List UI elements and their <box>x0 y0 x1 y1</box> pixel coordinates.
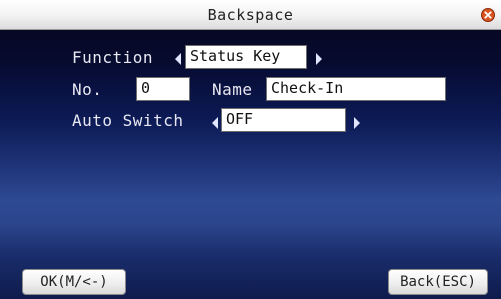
auto-switch-select[interactable]: OFF <box>221 108 346 132</box>
window-title: Backspace <box>207 6 294 24</box>
arrow-right-icon[interactable] <box>314 52 324 66</box>
back-button[interactable]: Back(ESC) <box>388 269 488 295</box>
arrow-left-icon[interactable] <box>210 116 220 130</box>
close-icon[interactable] <box>481 8 495 22</box>
name-label: Name <box>212 80 253 99</box>
name-field[interactable]: Check-In <box>266 77 446 101</box>
no-label: No. <box>72 80 103 99</box>
arrow-left-icon[interactable] <box>173 52 183 66</box>
function-select[interactable]: Status Key <box>185 45 307 69</box>
title-bar: Backspace <box>0 0 501 30</box>
ok-button[interactable]: OK(M/<-) <box>22 269 126 295</box>
auto-switch-label: Auto Switch <box>72 111 184 130</box>
no-field[interactable]: 0 <box>136 77 190 101</box>
function-label: Function <box>72 48 154 67</box>
arrow-right-icon[interactable] <box>352 116 362 130</box>
device-screen: Backspace Function Status Key No. 0 Name… <box>0 0 501 299</box>
